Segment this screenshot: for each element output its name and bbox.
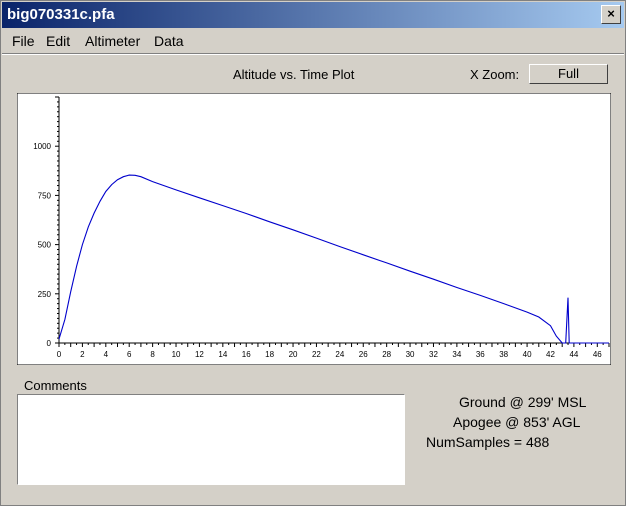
x-tick-label: 28: [382, 350, 391, 359]
menu-divider: [2, 54, 624, 55]
x-tick-label: 2: [80, 350, 85, 359]
y-tick-label: 500: [38, 241, 52, 250]
x-tick-label: 12: [195, 350, 204, 359]
plot-frame: [16, 92, 612, 366]
apogee-info: Apogee @ 853' AGL: [453, 414, 581, 430]
window-title: big070331c.pfa: [7, 6, 115, 23]
x-tick-label: 20: [289, 350, 298, 359]
ground-info: Ground @ 299' MSL: [459, 394, 587, 410]
x-tick-label: 32: [429, 350, 438, 359]
altitude-plot: 0 250 500 750 1000 0 2 4 6 8 10 12 14 16 18 20 22 24 26 28 3…: [16, 92, 612, 366]
menu-data[interactable]: Data: [154, 33, 184, 49]
x-tick-label: 38: [499, 350, 508, 359]
comments-input[interactable]: [19, 396, 403, 483]
x-tick-label: 18: [265, 350, 274, 359]
x-tick-label: 36: [476, 350, 485, 359]
x-tick-label: 4: [104, 350, 109, 359]
x-tick-label: 26: [359, 350, 368, 359]
x-tick-label: 10: [172, 350, 181, 359]
y-tick-label: 0: [47, 339, 52, 348]
x-tick-label: 40: [523, 350, 532, 359]
comments-label: Comments: [24, 378, 87, 393]
close-icon: ×: [607, 6, 615, 21]
y-tick-label: 750: [38, 191, 52, 200]
xzoom-label: X Zoom:: [470, 67, 520, 82]
menu-bar: File Edit Altimeter Data: [2, 29, 624, 54]
full-zoom-button[interactable]: Full: [529, 64, 608, 84]
x-tick-label: 44: [569, 350, 578, 359]
x-tick-label: 34: [452, 350, 461, 359]
x-tick-label: 30: [406, 350, 415, 359]
app-window: big070331c.pfa × File Edit Altimeter Dat…: [0, 0, 626, 506]
x-tick-label: 8: [150, 350, 155, 359]
num-samples-info: NumSamples = 488: [426, 434, 550, 450]
y-tick-label: 250: [38, 290, 52, 299]
menu-altimeter[interactable]: Altimeter: [85, 33, 140, 49]
chart-title: Altitude vs. Time Plot: [233, 67, 355, 82]
x-tick-label: 24: [335, 350, 344, 359]
x-tick-label: 16: [242, 350, 251, 359]
title-bar[interactable]: big070331c.pfa ×: [2, 2, 624, 28]
plot-svg: 025050075010000 2 4 6 8 10 12 14 16 18 20 22 24 26 28 3…: [16, 92, 612, 366]
menu-edit[interactable]: Edit: [46, 33, 70, 49]
y-tick-label: 1000: [33, 142, 51, 151]
menu-file[interactable]: File: [12, 33, 35, 49]
comments-box: [17, 394, 405, 485]
x-tick-label: 42: [546, 350, 555, 359]
x-tick-label: 14: [218, 350, 227, 359]
x-tick-label: 46: [593, 350, 602, 359]
x-tick-label: 6: [127, 350, 132, 359]
x-tick-label: 0: [57, 350, 62, 359]
x-tick-label: 22: [312, 350, 321, 359]
close-button[interactable]: ×: [601, 5, 621, 24]
